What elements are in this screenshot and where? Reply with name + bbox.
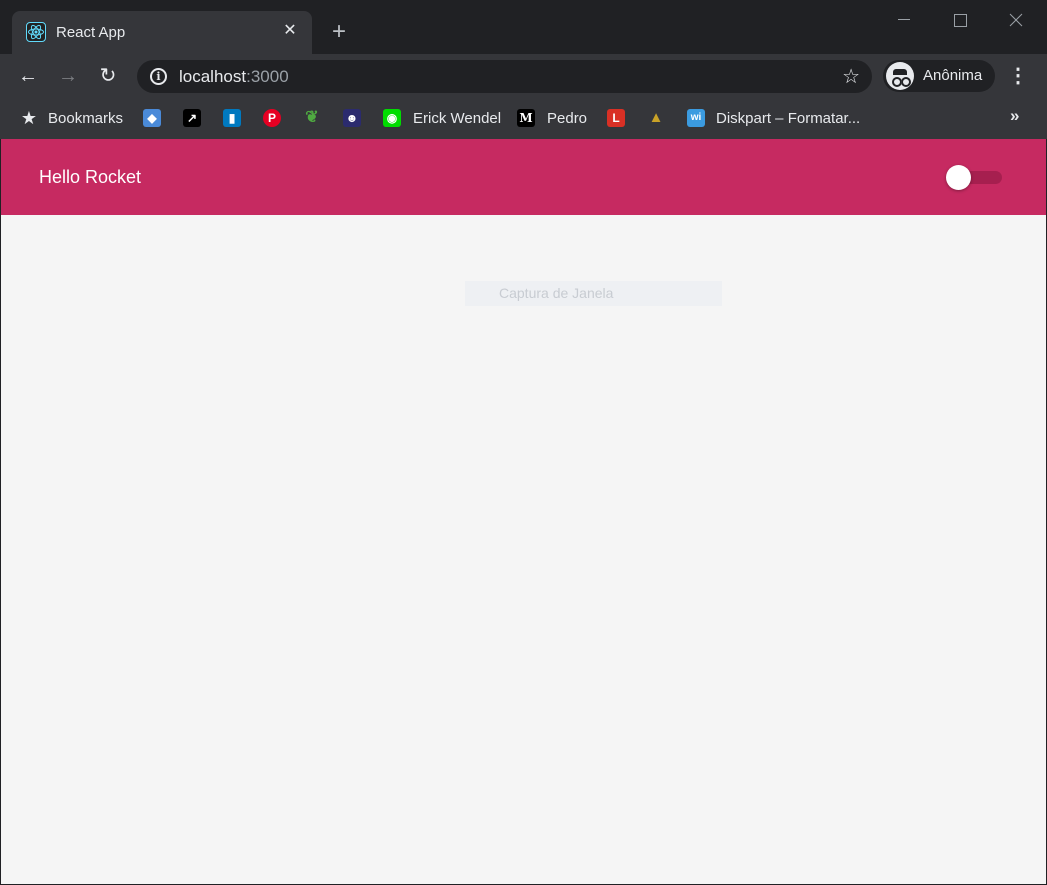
l-letter-icon: L [607,109,625,127]
url-text[interactable]: localhost:3000 [179,67,289,87]
close-icon [1009,13,1023,27]
address-bar[interactable]: i localhost:3000 ☆ [137,60,872,93]
url-port: :3000 [246,67,289,86]
bookmark-item-erick-wendel[interactable]: ◉ Erick Wendel [383,107,501,129]
trello-icon: ▮ [223,109,241,127]
robot-icon: ☻ [343,109,361,127]
bookmark-item[interactable]: ☻ [343,107,361,129]
pinterest-icon: P [263,109,281,127]
react-atom-icon [26,22,46,42]
switch-thumb[interactable] [946,165,971,190]
reload-button[interactable]: ↻ [94,62,122,90]
incognito-icon [886,62,914,90]
bookmark-item[interactable]: P [263,107,281,129]
bookmark-label: Diskpart – Formatar... [716,109,861,127]
url-host: localhost [179,67,247,86]
profile-label: Anônima [923,67,983,84]
bookmark-item[interactable]: ▮ [223,107,241,129]
app-header: Hello Rocket [1,139,1046,215]
browser-toolbar: ← → ↻ i localhost:3000 ☆ Anônima ⋮ [0,54,1047,98]
new-tab-button[interactable]: + [326,20,352,46]
erick-wendel-icon: ◉ [383,109,401,127]
window-capture-tooltip: Captura de Janela [465,281,722,306]
star-icon: ★ [20,108,38,128]
bookmark-item-diskpart[interactable]: wi Diskpart – Formatar... [687,107,860,129]
bookmark-label: Erick Wendel [413,109,502,127]
more-bookmarks-icon[interactable]: » [1010,106,1019,126]
minimize-button[interactable] [882,6,926,34]
bookmark-item[interactable]: ❦ [303,107,321,129]
bookmark-item[interactable]: ◆ [143,107,161,129]
mongodb-leaf-icon: ❦ [305,109,319,126]
bookmark-item[interactable]: L [607,107,625,129]
arrow-icon: ↗ [183,109,201,127]
app-title: Hello Rocket [39,167,142,187]
maximize-button[interactable] [938,6,982,34]
bookmarks-folder[interactable]: ★ Bookmarks [20,107,123,129]
medium-icon: M [517,109,535,127]
close-tab-icon[interactable]: ✕ [280,21,300,41]
tab-title: React App [56,24,126,41]
close-window-button[interactable] [994,6,1038,34]
forward-button[interactable]: → [54,62,82,90]
graduation-cap-icon: ▲ [648,109,664,126]
map-icon: ◆ [143,109,161,127]
theme-toggle-switch[interactable] [946,165,1004,190]
site-info-icon[interactable]: i [150,68,167,85]
bookmark-item[interactable]: ▲ [647,107,665,129]
bookmarks-bar: ★ Bookmarks ◆ ↗ ▮ P ❦ ☻ ◉ Erick Wendel M… [0,98,1047,139]
bookmark-item-pedro[interactable]: M Pedro [517,107,587,129]
bookmark-item[interactable]: ↗ [183,107,201,129]
back-button[interactable]: ← [14,62,42,90]
wix-icon: wi [687,109,705,127]
browser-tab[interactable]: React App ✕ [12,11,312,54]
bookmark-star-icon[interactable]: ☆ [842,64,860,89]
tab-strip: React App ✕ + [0,0,1047,54]
page-viewport: Hello Rocket Captura de Janela [1,139,1046,884]
bookmarks-folder-label: Bookmarks [48,109,124,127]
bookmark-label: Pedro [547,109,588,127]
profile-button[interactable]: Anônima [883,60,995,92]
kebab-menu-icon[interactable]: ⋮ [1006,62,1030,90]
